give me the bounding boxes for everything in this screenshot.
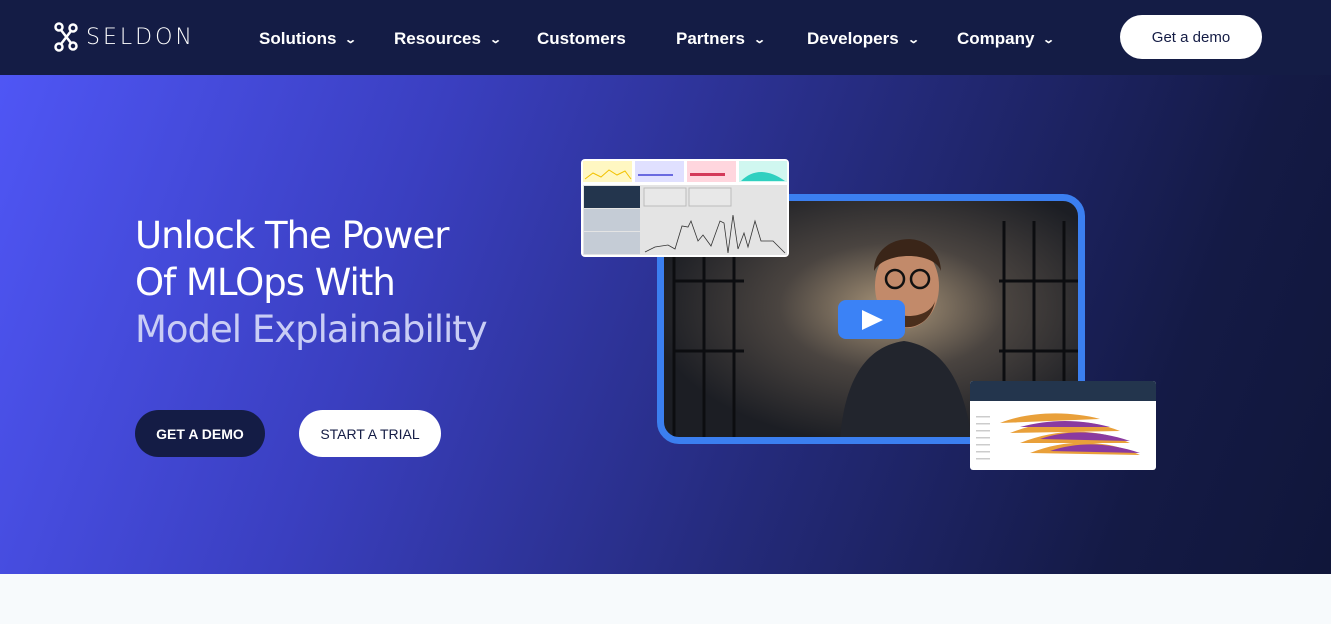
chevron-down-icon: ⌄ [906,33,920,46]
chevron-down-icon: ⌄ [753,33,767,46]
start-trial-button[interactable]: START A TRIAL [299,410,441,457]
nav-label: Developers [807,29,899,48]
chevron-down-icon: ⌄ [344,33,358,46]
top-navigation: SELDON Solutions ⌄ Resources ⌄ Customers P… [0,0,1331,75]
seldon-logo[interactable]: SELDON [54,22,195,52]
nav-label: Partners [676,29,745,48]
explainability-chart-preview-image [970,381,1156,470]
nav-resources[interactable]: Resources ⌄ [394,29,502,49]
nav-label: Company [957,29,1035,48]
nav-solutions[interactable]: Solutions ⌄ [259,29,358,49]
next-section [0,574,1331,624]
brand-name: SELDON [86,24,195,50]
get-a-demo-button[interactable]: Get a demo [1120,15,1262,59]
nav-developers[interactable]: Developers ⌄ [807,29,920,49]
chevron-down-icon: ⌄ [1042,33,1056,46]
chevron-down-icon: ⌄ [489,33,502,46]
nav-label: Customers [537,29,626,48]
nav-partners[interactable]: Partners ⌄ [676,29,767,49]
nav-label: Resources [394,29,481,48]
nav-customers[interactable]: Customers [537,29,626,49]
heading-highlight: Model Explainability [135,308,488,351]
hero-heading: Unlock The Power Of MLOps With Model Exp… [135,212,488,353]
heading-line: Of MLOps With [135,261,396,304]
hero-get-demo-button[interactable]: GET A DEMO [135,410,265,457]
seldon-knot-logo-icon [54,22,78,52]
play-icon [861,309,883,330]
play-button[interactable] [838,300,905,339]
nav-company[interactable]: Company ⌄ [957,29,1056,49]
dashboard-preview-image [581,159,789,257]
heading-line: Unlock The Power [135,214,449,257]
nav-label: Solutions [259,29,337,48]
